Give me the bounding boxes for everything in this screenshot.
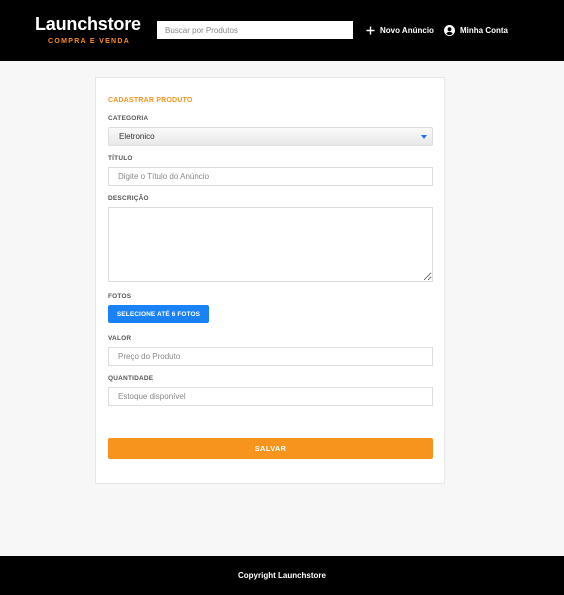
- description-textarea[interactable]: [108, 207, 433, 282]
- search-input[interactable]: [157, 21, 353, 39]
- account-link[interactable]: Minha Conta: [444, 23, 508, 37]
- description-label: DESCRIÇÃO: [108, 195, 149, 202]
- quantity-input[interactable]: [108, 387, 433, 406]
- title-label: TÍTULO: [108, 155, 133, 162]
- price-label: VALOR: [108, 335, 132, 342]
- logo-subtitle: COMPRA E VENDA: [48, 38, 131, 45]
- copyright-text: Copyright Launchstore: [237, 571, 326, 580]
- account-label: Minha Conta: [460, 25, 508, 35]
- category-label: CATEGORIA: [108, 115, 149, 122]
- product-form-card: CADASTRAR PRODUTO CATEGORIA Eletronico T…: [95, 77, 445, 484]
- photos-label: FOTOS: [108, 293, 132, 300]
- caret-down-icon: [421, 135, 427, 139]
- plus-icon: [366, 26, 375, 35]
- user-circle-icon: [444, 24, 455, 36]
- select-photos-button[interactable]: SELECIONE ATÉ 6 FOTOS: [108, 305, 209, 323]
- save-button[interactable]: SALVAR: [108, 438, 433, 459]
- form-title: CADASTRAR PRODUTO: [108, 97, 193, 104]
- price-input[interactable]: [108, 347, 433, 366]
- logo[interactable]: Launchstore COMPRA E VENDA: [35, 14, 145, 45]
- logo-title: Launchstore: [35, 14, 141, 34]
- category-select[interactable]: Eletronico: [108, 127, 433, 146]
- category-value: Eletronico: [119, 132, 155, 141]
- new-ad-label: Novo Anúncio: [380, 25, 434, 35]
- quantity-label: QUANTIDADE: [108, 375, 154, 382]
- new-ad-link[interactable]: Novo Anúncio: [366, 23, 434, 37]
- header: Launchstore COMPRA E VENDA Novo Anúncio …: [0, 0, 564, 61]
- title-input[interactable]: [108, 167, 433, 186]
- footer: Copyright Launchstore: [0, 556, 564, 595]
